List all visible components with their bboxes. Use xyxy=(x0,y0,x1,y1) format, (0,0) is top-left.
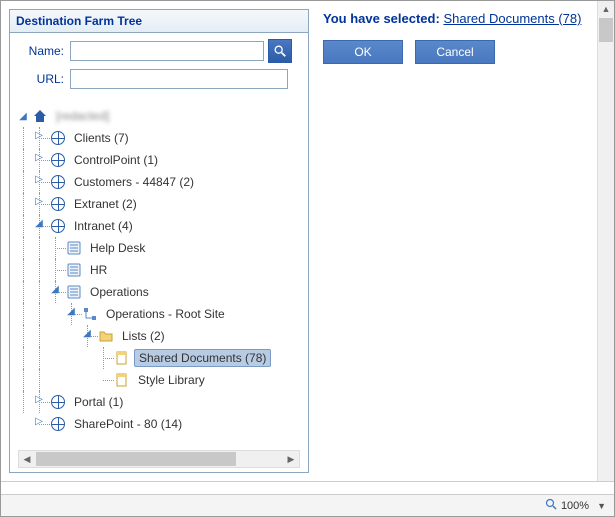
globe-icon xyxy=(50,152,66,168)
tree-node-style-library[interactable]: Style Library xyxy=(16,369,304,391)
tree-node-label: Help Desk xyxy=(86,240,149,256)
globe-icon xyxy=(50,196,66,212)
home-icon xyxy=(32,108,48,124)
name-label: Name: xyxy=(18,44,70,58)
tree-node-label: SharePoint - 80 (14) xyxy=(70,416,186,432)
selection-line: You have selected: Shared Documents (78) xyxy=(323,11,604,26)
tree-node-label: ControlPoint (1) xyxy=(70,152,162,168)
tree-node-operations-root[interactable]: ◢ Operations - Root Site xyxy=(16,303,304,325)
status-bar: 100% ▼ xyxy=(1,494,614,516)
expander-icon[interactable]: ▷ xyxy=(32,393,46,407)
tree-root[interactable]: ◢ [redacted] xyxy=(16,105,304,127)
tree-node-label: Intranet (4) xyxy=(70,218,137,234)
tree-node-customers[interactable]: ▷ Customers - 44847 (2) xyxy=(16,171,304,193)
window: Destination Farm Tree Name: URL: xyxy=(0,0,615,517)
tree-node-helpdesk[interactable]: Help Desk xyxy=(16,237,304,259)
vertical-scrollbar[interactable]: ▲ xyxy=(597,1,614,481)
expander-icon[interactable]: ◢ xyxy=(16,109,30,123)
tree-node-sharepoint[interactable]: ▷ SharePoint - 80 (14) xyxy=(16,413,304,435)
expander-icon[interactable]: ◢ xyxy=(48,283,62,297)
selection-prefix: You have selected: xyxy=(323,11,440,26)
zoom-icon xyxy=(545,498,557,513)
expander-icon[interactable]: ▷ xyxy=(32,173,46,187)
tree-node-label: Lists (2) xyxy=(118,328,169,344)
name-input[interactable] xyxy=(70,41,264,61)
globe-icon xyxy=(50,416,66,432)
tree-root-label: [redacted] xyxy=(52,108,113,124)
url-input[interactable] xyxy=(70,69,288,89)
expander-icon[interactable]: ▷ xyxy=(32,129,46,143)
scroll-left-icon[interactable]: ◀ xyxy=(19,451,35,467)
scroll-up-icon[interactable]: ▲ xyxy=(598,1,614,17)
selection-link[interactable]: Shared Documents (78) xyxy=(443,11,581,26)
tree-node-shared-documents[interactable]: Shared Documents (78) xyxy=(16,347,304,369)
panel-title: Destination Farm Tree xyxy=(10,10,308,33)
tree-node-label: Portal (1) xyxy=(70,394,127,410)
tree-node-controlpoint[interactable]: ▷ ControlPoint (1) xyxy=(16,149,304,171)
tree[interactable]: ◢ [redacted] ▷ Clients (7) ▷ Cont xyxy=(10,101,308,450)
tree-node-operations[interactable]: ◢ Operations xyxy=(16,281,304,303)
zoom-dropdown-icon[interactable]: ▼ xyxy=(597,501,606,511)
document-library-icon xyxy=(114,350,130,366)
tree-node-label: HR xyxy=(86,262,111,278)
tree-node-clients[interactable]: ▷ Clients (7) xyxy=(16,127,304,149)
list-icon xyxy=(66,284,82,300)
search-fields: Name: URL: xyxy=(10,33,308,101)
expander-icon[interactable]: ◢ xyxy=(80,327,94,341)
ok-button[interactable]: OK xyxy=(323,40,403,64)
list-icon xyxy=(66,240,82,256)
content-area: Destination Farm Tree Name: URL: xyxy=(1,1,614,482)
tree-node-label: Operations - Root Site xyxy=(102,306,229,322)
tree-node-extranet[interactable]: ▷ Extranet (2) xyxy=(16,193,304,215)
tree-node-intranet[interactable]: ◢ Intranet (4) xyxy=(16,215,304,237)
cancel-button[interactable]: Cancel xyxy=(415,40,495,64)
horizontal-scrollbar[interactable]: ◀ ▶ xyxy=(18,450,300,468)
tree-node-lists[interactable]: ◢ Lists (2) xyxy=(16,325,304,347)
scroll-right-icon[interactable]: ▶ xyxy=(283,451,299,467)
search-button[interactable] xyxy=(268,39,292,63)
document-library-icon xyxy=(114,372,130,388)
tree-node-label: Extranet (2) xyxy=(70,196,141,212)
tree-node-hr[interactable]: HR xyxy=(16,259,304,281)
tree-node-label: Customers - 44847 (2) xyxy=(70,174,198,190)
tree-node-label: Clients (7) xyxy=(70,130,133,146)
expander-icon[interactable]: ▷ xyxy=(32,415,46,429)
globe-icon xyxy=(50,394,66,410)
destination-tree-panel: Destination Farm Tree Name: URL: xyxy=(9,9,309,473)
globe-icon xyxy=(50,218,66,234)
tree-node-portal[interactable]: ▷ Portal (1) xyxy=(16,391,304,413)
expander-icon[interactable]: ◢ xyxy=(32,217,46,231)
right-panel: You have selected: Shared Documents (78)… xyxy=(309,1,614,481)
tree-node-label: Operations xyxy=(86,284,153,300)
folder-icon xyxy=(98,328,114,344)
zoom-value: 100% xyxy=(561,500,589,512)
globe-icon xyxy=(50,130,66,146)
url-label: URL: xyxy=(18,72,70,86)
globe-icon xyxy=(50,174,66,190)
expander-icon[interactable]: ▷ xyxy=(32,195,46,209)
search-icon xyxy=(273,44,287,58)
expander-icon[interactable]: ▷ xyxy=(32,151,46,165)
subsite-icon xyxy=(82,306,98,322)
tree-node-label: Shared Documents (78) xyxy=(134,349,271,367)
list-icon xyxy=(66,262,82,278)
expander-icon[interactable]: ◢ xyxy=(64,305,78,319)
tree-node-label: Style Library xyxy=(134,372,209,388)
